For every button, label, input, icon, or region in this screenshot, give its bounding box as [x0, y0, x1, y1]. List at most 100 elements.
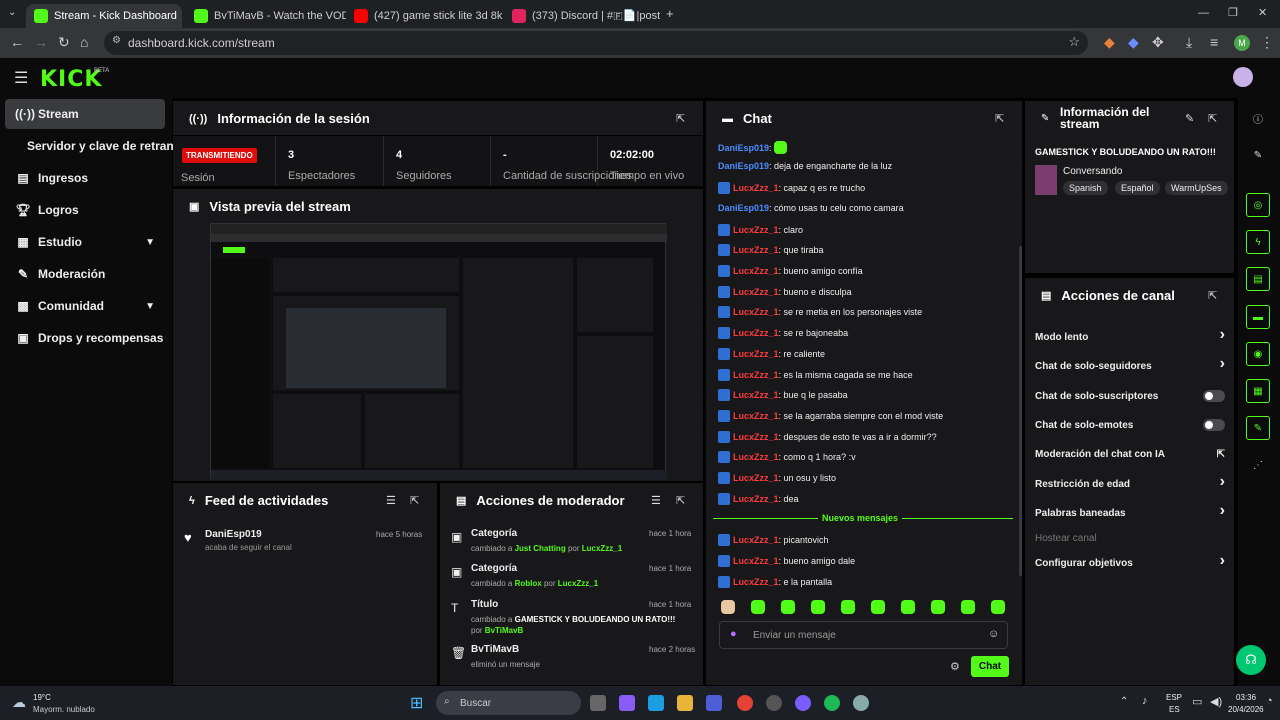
sidebar-item-estudio[interactable]: ▦ Estudio ▼: [5, 227, 165, 257]
chat-username[interactable]: LucxZzz_1: [733, 370, 779, 380]
share-icon[interactable]: ⋰: [1246, 453, 1270, 477]
task-view-icon[interactable]: [590, 695, 606, 711]
edit-pencil-icon[interactable]: ✎: [1185, 112, 1194, 125]
close-icon[interactable]: ✕: [177, 10, 182, 23]
chat-username[interactable]: LucxZzz_1: [733, 225, 779, 235]
emote-icon[interactable]: [841, 600, 855, 614]
emote-icon[interactable]: [901, 600, 915, 614]
chat-username[interactable]: LucxZzz_1: [733, 245, 779, 255]
pencil-icon[interactable]: ✎: [1246, 143, 1270, 167]
emote-icon[interactable]: [721, 600, 735, 614]
chat-username[interactable]: LucxZzz_1: [733, 328, 779, 338]
toggle-switch[interactable]: [1203, 419, 1225, 431]
bookmark-star-icon[interactable]: ☆: [1068, 34, 1080, 50]
chat-username[interactable]: LucxZzz_1: [733, 432, 779, 442]
emote-icon[interactable]: [781, 600, 795, 614]
chat-input[interactable]: ● Enviar un mensaje ☺: [719, 621, 1008, 649]
popout-icon[interactable]: ⇱: [676, 112, 685, 125]
tab-youtube[interactable]: (427) game stick lite 3d 8k hd ✕: [346, 4, 504, 28]
user-avatar[interactable]: [1233, 67, 1253, 87]
chat-username[interactable]: DaniEsp019: [718, 143, 769, 153]
tab-vod[interactable]: BvTiMavB - Watch the VOD on ✕: [186, 4, 346, 28]
toggle-switch[interactable]: [1203, 390, 1225, 402]
sidebar-item-ingresos[interactable]: ▤ Ingresos: [5, 163, 165, 193]
sidebar-item-moderacion[interactable]: ✎ Moderación: [5, 259, 165, 289]
popout-icon[interactable]: ⇱: [410, 494, 419, 507]
channel-action-row[interactable]: Configurar objetivos ›: [1035, 552, 1225, 570]
filter-icon[interactable]: ☰: [386, 494, 396, 507]
keyboard-layout[interactable]: ES: [1169, 705, 1180, 714]
forward-icon[interactable]: →: [34, 34, 48, 50]
stream-preview-video[interactable]: [210, 223, 667, 480]
chat-username[interactable]: DaniEsp019: [718, 203, 769, 213]
chat-username[interactable]: LucxZzz_1: [733, 452, 779, 462]
popout-icon[interactable]: ⇱: [995, 112, 1004, 125]
minimize-icon[interactable]: —: [1198, 7, 1209, 19]
chat-username[interactable]: LucxZzz_1: [733, 266, 779, 276]
reload-icon[interactable]: ↻: [58, 34, 70, 51]
lightning-icon[interactable]: ϟ: [1246, 230, 1270, 254]
channel-action-row[interactable]: Modo lento ›: [1035, 326, 1225, 344]
mod-action-user[interactable]: BvTiMavB: [485, 626, 524, 635]
tab-discord[interactable]: (373) Discord | #🇫📄|postulació ✕: [504, 4, 660, 28]
emote-icon[interactable]: [931, 600, 945, 614]
mod-action-user[interactable]: LucxZzz_1: [558, 579, 598, 588]
file-explorer-icon[interactable]: [677, 695, 693, 711]
language-code[interactable]: ESP: [1166, 693, 1182, 702]
chat-username[interactable]: LucxZzz_1: [733, 556, 779, 566]
broadcast-icon[interactable]: ◉: [1246, 342, 1270, 366]
tray-chevron-up-icon[interactable]: ⌃: [1120, 696, 1128, 707]
tab-kick-dashboard[interactable]: Stream - Kick Dashboard ✕: [26, 4, 182, 28]
taskbar-search[interactable]: ⌕ Buscar: [436, 691, 581, 715]
chat-username[interactable]: LucxZzz_1: [733, 411, 779, 421]
profile-avatar[interactable]: M: [1234, 35, 1250, 51]
target-icon[interactable]: ◎: [1246, 193, 1270, 217]
back-icon[interactable]: ←: [10, 34, 24, 50]
emote-icon[interactable]: [871, 600, 885, 614]
channel-action-row[interactable]: Chat de solo-seguidores ›: [1035, 355, 1225, 373]
chrome-icon[interactable]: [737, 695, 753, 711]
info-icon[interactable]: ⓘ: [1246, 106, 1270, 130]
chat-username[interactable]: LucxZzz_1: [733, 183, 779, 193]
maximize-icon[interactable]: ❐: [1228, 6, 1238, 19]
app-icon[interactable]: [795, 695, 811, 711]
chat-send-button[interactable]: Chat: [971, 656, 1009, 677]
sidebar-item-logros[interactable]: 🏆︎ Logros: [5, 195, 165, 225]
filter-icon[interactable]: ☰: [651, 494, 661, 507]
chat-username[interactable]: LucxZzz_1: [733, 307, 779, 317]
hamburger-menu-icon[interactable]: ☰: [14, 68, 28, 88]
chat-username[interactable]: LucxZzz_1: [733, 287, 779, 297]
clock-date[interactable]: 20/4/2026: [1228, 705, 1264, 714]
support-headset-icon[interactable]: ☊: [1236, 645, 1266, 675]
popout-icon[interactable]: ⇱: [676, 494, 685, 507]
volume-icon[interactable]: ◀): [1210, 695, 1222, 708]
chat-username[interactable]: LucxZzz_1: [733, 473, 779, 483]
extension-icon[interactable]: ◆: [1128, 34, 1139, 51]
obs-icon[interactable]: [766, 695, 782, 711]
microphone-icon[interactable]: ♪: [1142, 695, 1148, 707]
chat-username[interactable]: LucxZzz_1: [733, 577, 779, 587]
chat-username[interactable]: LucxZzz_1: [733, 390, 779, 400]
menu-dots-icon[interactable]: ⋮: [1260, 34, 1274, 51]
media-icon[interactable]: ≡: [1210, 34, 1218, 50]
sidebar-item-drops[interactable]: ▣ Drops y recompensas: [5, 323, 165, 353]
tag-chip[interactable]: WarmUpSes: [1165, 181, 1228, 195]
settings-gear-icon[interactable]: ⚙: [950, 660, 960, 673]
channel-action-row[interactable]: Restricción de edad ›: [1035, 473, 1225, 491]
site-info-icon[interactable]: ⚙: [112, 35, 121, 46]
mod-action-user[interactable]: LucxZzz_1: [582, 544, 622, 553]
chat-scrollbar[interactable]: [1019, 246, 1022, 576]
extensions-puzzle-icon[interactable]: ✥: [1152, 34, 1164, 51]
weather-temp[interactable]: 19°C: [33, 693, 51, 702]
emote-icon[interactable]: [961, 600, 975, 614]
emoji-icon[interactable]: ☺: [988, 628, 999, 640]
channel-action-row[interactable]: Chat de solo-suscriptores: [1035, 389, 1225, 403]
emote-icon[interactable]: [991, 600, 1005, 614]
document-icon[interactable]: ▤: [1246, 267, 1270, 291]
chat-username[interactable]: LucxZzz_1: [733, 535, 779, 545]
tab-search-icon[interactable]: ⌄: [8, 7, 16, 18]
sidebar-item-stream[interactable]: ((·)) Stream: [5, 99, 165, 129]
weather-text[interactable]: Mayorm. nublado: [33, 705, 95, 714]
channel-action-row[interactable]: Moderación del chat con IA ⇱: [1035, 447, 1225, 461]
windows-start-icon[interactable]: ⊞: [410, 693, 423, 713]
